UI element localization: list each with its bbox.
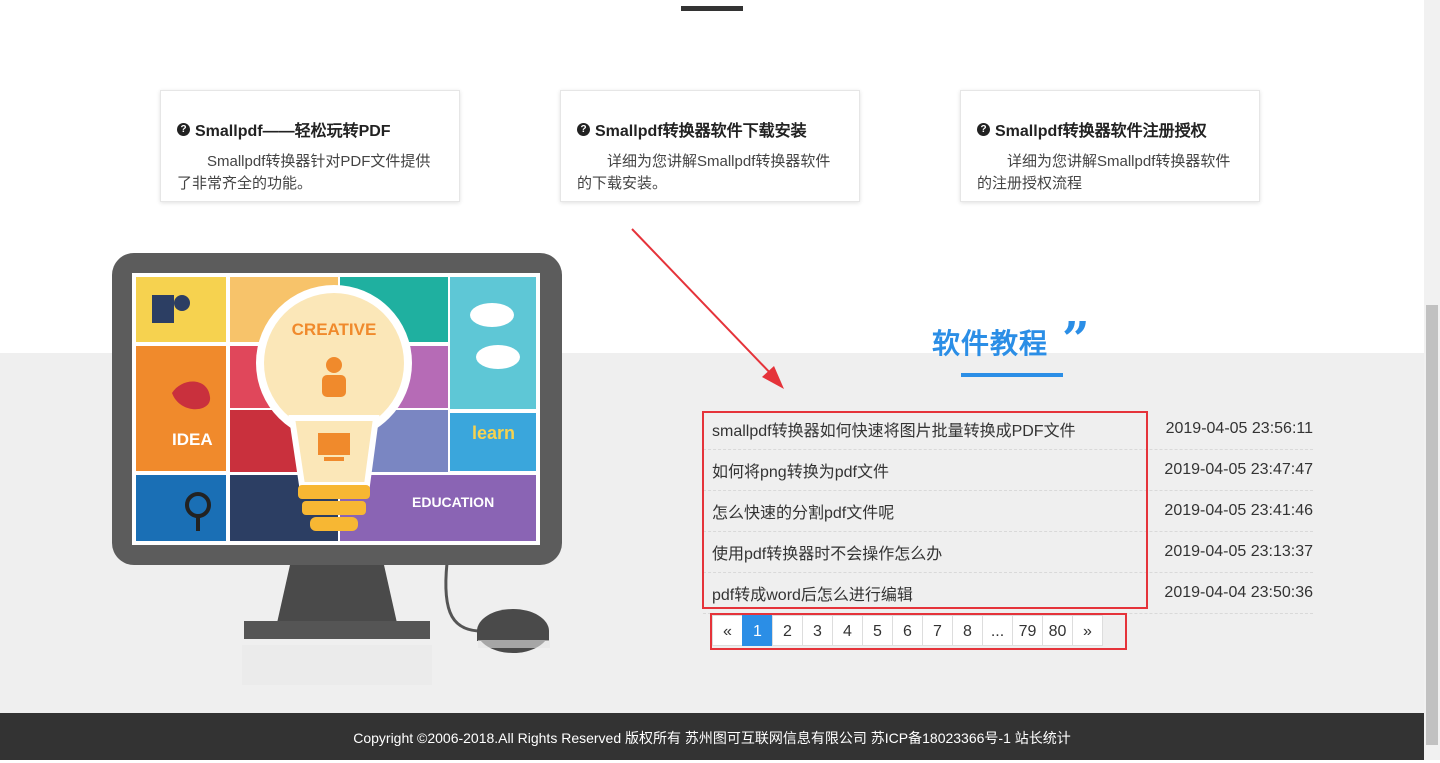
card-description: Smallpdf转换器针对PDF文件提供了非常齐全的功能。 bbox=[177, 153, 431, 192]
card-description: 详细为您讲解Smallpdf转换器软件的下载安装。 bbox=[577, 153, 831, 192]
section-title: 软件教程 bbox=[932, 328, 1049, 359]
copyright-text: Copyright ©2006-2018.All Rights Reserved… bbox=[353, 730, 1071, 746]
article-date: 2019-04-04 23:50:36 bbox=[1164, 584, 1313, 601]
card-title: ? Smallpdf转换器软件注册授权 bbox=[977, 117, 1243, 141]
feature-card-2[interactable]: ? Smallpdf转换器软件下载安装 详细为您讲解Smallpdf转换器软件的… bbox=[560, 90, 860, 202]
pagination-highlight-box bbox=[710, 613, 1127, 650]
footer: Copyright ©2006-2018.All Rights Reserved… bbox=[0, 713, 1424, 760]
card-title: ? Smallpdf转换器软件下载安装 bbox=[577, 117, 843, 141]
article-date: 2019-04-05 23:13:37 bbox=[1164, 543, 1313, 560]
title-underline bbox=[961, 373, 1063, 377]
article-date: 2019-04-05 23:47:47 bbox=[1164, 461, 1313, 478]
learn-label: learn bbox=[472, 423, 515, 443]
card-title: ? Smallpdf——轻松玩转PDF bbox=[177, 117, 443, 141]
question-circle-icon: ? bbox=[177, 122, 190, 136]
quote-icon: ” bbox=[1062, 312, 1090, 368]
creative-label: CREATIVE bbox=[292, 320, 377, 339]
article-date: 2019-04-05 23:56:11 bbox=[1165, 420, 1313, 437]
monitor-illustration: CREATIVE IDEA learn EDUCATION bbox=[112, 253, 562, 708]
card-title-text[interactable]: Smallpdf转换器软件注册授权 bbox=[995, 117, 1207, 141]
card-description: 详细为您讲解Smallpdf转换器软件的注册授权流程 bbox=[977, 153, 1231, 192]
vertical-scrollbar[interactable] bbox=[1424, 0, 1440, 760]
question-circle-icon: ? bbox=[577, 122, 590, 136]
article-date: 2019-04-05 23:41:46 bbox=[1164, 502, 1313, 519]
list-highlight-box bbox=[702, 411, 1148, 609]
feature-card-3[interactable]: ? Smallpdf转换器软件注册授权 详细为您讲解Smallpdf转换器软件的… bbox=[960, 90, 1260, 202]
scrollbar-thumb[interactable] bbox=[1426, 305, 1438, 745]
section-divider-bar bbox=[681, 6, 743, 11]
question-circle-icon: ? bbox=[977, 122, 990, 136]
card-title-text[interactable]: Smallpdf——轻松玩转PDF bbox=[195, 117, 391, 141]
card-title-text[interactable]: Smallpdf转换器软件下载安装 bbox=[595, 117, 807, 141]
idea-label: IDEA bbox=[172, 430, 213, 449]
red-arrow-annotation bbox=[631, 228, 784, 389]
feature-card-1[interactable]: ? Smallpdf——轻松玩转PDF Smallpdf转换器针对PDF文件提供… bbox=[160, 90, 460, 202]
education-label: EDUCATION bbox=[412, 494, 494, 510]
